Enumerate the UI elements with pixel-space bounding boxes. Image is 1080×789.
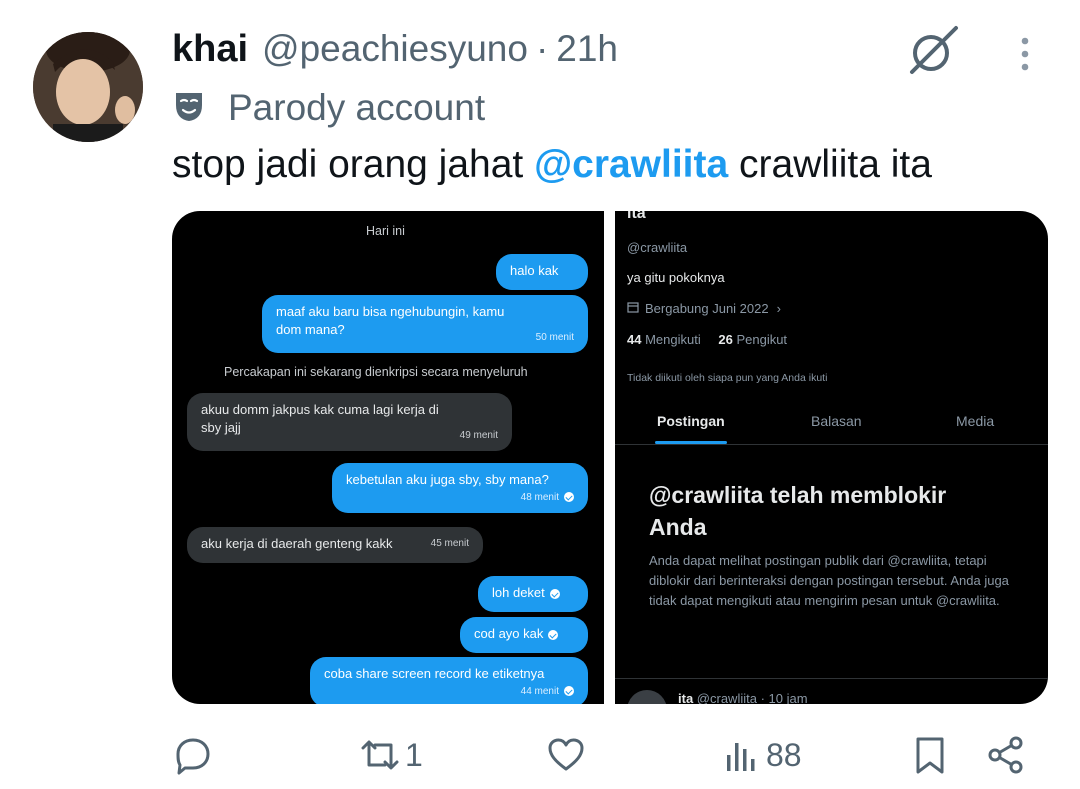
message-bubble: cod ayo kak bbox=[460, 617, 588, 653]
profile-handle: @crawliita bbox=[627, 240, 688, 255]
share-icon bbox=[986, 735, 1026, 775]
share-button[interactable] bbox=[986, 733, 1026, 777]
tab-media: Media bbox=[956, 413, 995, 429]
date-header: Hari ini bbox=[366, 224, 405, 238]
read-check-icon bbox=[564, 492, 574, 503]
followers-count: 26 bbox=[718, 332, 733, 347]
following-label: Mengikuti bbox=[645, 332, 701, 347]
tweet-header: khai @peachiesyuno · 21h bbox=[172, 28, 618, 78]
message-bubble: aku kerja di daerah genteng kakk 45 meni… bbox=[187, 527, 483, 563]
following-count: 44 bbox=[627, 332, 642, 347]
mention-link[interactable]: @crawliita bbox=[534, 143, 728, 186]
reply-icon bbox=[173, 735, 213, 775]
message-bubble: loh deket bbox=[478, 576, 588, 612]
views-count: 88 bbox=[766, 736, 802, 773]
tab-divider bbox=[615, 444, 1048, 445]
bookmark-icon bbox=[910, 735, 950, 775]
reply-button[interactable] bbox=[173, 733, 215, 777]
message-bubble: coba share screen record ke etiketnya 44… bbox=[310, 657, 588, 704]
profile-stats: 44 Mengikuti 26 Pengikut bbox=[627, 332, 787, 347]
tab-balasan: Balasan bbox=[811, 413, 862, 429]
read-check-icon bbox=[548, 629, 559, 640]
blocked-body: Anda dapat melihat postingan publik dari… bbox=[649, 553, 1009, 608]
tab-postingan: Postingan bbox=[657, 413, 725, 429]
message-bubble: maaf aku baru bisa ngehubungin, kamu dom… bbox=[262, 295, 588, 353]
mask-icon bbox=[172, 89, 206, 128]
followers-label: Pengikut bbox=[736, 332, 788, 347]
heart-icon bbox=[546, 735, 586, 775]
separator-dot: · bbox=[535, 28, 549, 69]
calendar-icon bbox=[627, 301, 639, 316]
parody-label: Parody account bbox=[172, 86, 485, 130]
tweet-text-after: crawliita ita bbox=[728, 143, 932, 186]
profile-joined: Bergabung Juni 2022 › bbox=[627, 301, 781, 316]
repost-button[interactable]: 1 bbox=[357, 733, 423, 777]
message-time: 48 menit bbox=[521, 489, 574, 507]
tweet-text-before: stop jadi orang jahat bbox=[172, 143, 535, 186]
parody-label-text: Parody account bbox=[228, 87, 486, 128]
avatar[interactable] bbox=[33, 32, 143, 142]
encryption-notice: Percakapan ini sekarang dienkripsi secar… bbox=[224, 365, 528, 379]
read-check-icon bbox=[564, 686, 574, 697]
tweet-text: stop jadi orang jahat @crawliita crawlii… bbox=[172, 143, 932, 187]
read-check-icon bbox=[549, 588, 560, 599]
message-bubble: kebetulan aku juga sby, sby mana? 48 men… bbox=[332, 463, 588, 513]
media-grid[interactable]: Hari ini halo kak maaf aku baru bisa nge… bbox=[172, 211, 1048, 704]
message-time: 45 menit bbox=[430, 538, 469, 549]
grok-icon[interactable] bbox=[904, 22, 962, 80]
like-button[interactable] bbox=[546, 733, 588, 777]
author-name[interactable]: khai bbox=[172, 28, 248, 71]
post-header: ita @crawliita · 10 jam bbox=[678, 691, 808, 704]
repost-icon bbox=[357, 735, 403, 775]
post-avatar bbox=[627, 690, 667, 704]
message-time: 44 menit bbox=[521, 683, 574, 701]
post-divider bbox=[615, 678, 1048, 679]
tweet-timestamp[interactable]: 21h bbox=[556, 28, 618, 70]
message-bubble: akuu domm jakpus kak cuma lagi kerja di … bbox=[187, 393, 512, 451]
message-time: 50 menit bbox=[535, 332, 574, 343]
media-image-profile[interactable]: ita @crawliita ya gitu pokoknya Bergabun… bbox=[615, 211, 1048, 704]
message-bubble: halo kak bbox=[496, 254, 588, 290]
bookmark-button[interactable] bbox=[910, 733, 950, 777]
media-image-dm[interactable]: Hari ini halo kak maaf aku baru bisa nge… bbox=[172, 211, 604, 704]
repost-count: 1 bbox=[405, 736, 423, 773]
profile-name: ita bbox=[627, 211, 646, 222]
views-chart-icon bbox=[724, 735, 764, 775]
blocked-title: @crawliita telah memblokir Anda bbox=[649, 482, 947, 540]
author-handle[interactable]: @peachiesyuno bbox=[262, 28, 528, 70]
chevron-right-icon: › bbox=[776, 301, 781, 316]
more-options-icon[interactable] bbox=[1012, 34, 1038, 74]
not-followed-notice: Tidak diikuti oleh siapa pun yang Anda i… bbox=[627, 372, 828, 384]
message-time: 49 menit bbox=[459, 430, 498, 441]
profile-bio: ya gitu pokoknya bbox=[627, 270, 725, 285]
views-button[interactable]: 88 bbox=[724, 733, 802, 777]
